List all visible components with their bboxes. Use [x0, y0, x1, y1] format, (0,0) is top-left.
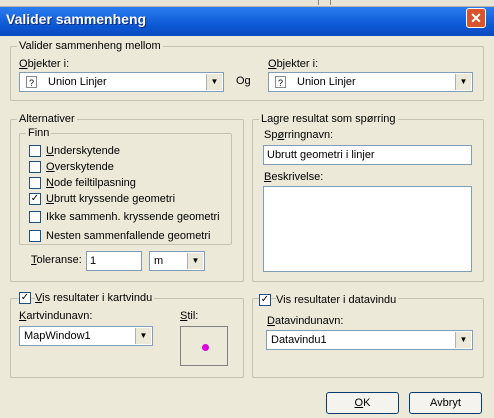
style-button[interactable]	[180, 326, 228, 366]
undershoot-checkbox[interactable]	[29, 145, 41, 157]
unbroken-crossing-label: Ubrutt kryssende geometri	[46, 193, 176, 205]
tolerance-label: Toleranse:	[31, 254, 82, 266]
style-label: Stil:	[180, 310, 199, 322]
description-textarea[interactable]	[263, 186, 472, 272]
find-group-label: Finn	[26, 127, 52, 140]
data-window-name-label: Datavindunavn:	[267, 315, 344, 327]
query-name-input[interactable]: Ubrutt geometri i linjer	[263, 145, 472, 165]
og-label: Og	[236, 75, 251, 87]
source-group-label: Valider sammenheng mellom	[17, 40, 163, 53]
chevron-down-icon[interactable]: ▼	[206, 74, 222, 90]
unit-combo[interactable]: m ▼	[149, 251, 205, 271]
left-objects-label: Objekter i:	[19, 58, 70, 70]
background-strip	[0, 0, 494, 7]
table-icon: ?	[26, 76, 37, 88]
undershoot-label: Underskytende	[46, 145, 120, 157]
chevron-down-icon[interactable]: ▼	[455, 332, 471, 348]
symbol-dot-icon	[202, 344, 209, 351]
overshoot-checkbox[interactable]	[29, 161, 41, 173]
non-connected-crossing-label: Ikke sammenh. kryssende geometri	[46, 211, 220, 223]
show-in-data-checkbox[interactable]: ✓	[259, 294, 271, 306]
chevron-down-icon[interactable]: ▼	[455, 74, 471, 90]
query-name-label: Spørringnavn:	[264, 129, 334, 141]
map-window-name-label: Kartvindunavn:	[19, 310, 93, 322]
chevron-down-icon[interactable]: ▼	[135, 328, 151, 344]
left-objects-combo[interactable]: ? Union Linjer ▼	[19, 72, 224, 92]
non-connected-crossing-checkbox[interactable]	[29, 211, 41, 223]
save-query-group-label: Lagre resultat som spørring	[259, 113, 398, 126]
ok-button[interactable]: OK	[326, 392, 399, 414]
right-objects-combo[interactable]: ? Union Linjer ▼	[268, 72, 473, 92]
overshoot-label: Overskytende	[46, 161, 114, 173]
show-in-map-checkbox[interactable]: ✓	[19, 292, 31, 304]
tolerance-input[interactable]: 1	[86, 251, 142, 271]
data-window-combo[interactable]: Datavindu1 ▼	[266, 330, 473, 350]
right-objects-label: Objekter i:	[268, 58, 319, 70]
table-icon: ?	[275, 76, 286, 88]
near-coincident-checkbox[interactable]	[29, 230, 41, 242]
cancel-button[interactable]: Avbryt	[409, 392, 482, 414]
map-window-combo[interactable]: MapWindow1 ▼	[19, 326, 153, 346]
near-coincident-label: Nesten sammenfallende geometri	[46, 230, 211, 242]
node-mismatch-label: Node feiltilpasning	[46, 177, 136, 189]
dialog-title: Valider sammenheng	[6, 11, 147, 27]
close-button[interactable]: ✕	[466, 8, 486, 28]
description-label: Beskrivelse:	[264, 171, 324, 183]
chevron-down-icon[interactable]: ▼	[187, 253, 203, 269]
show-in-data-label: Vis resultater i datavindu	[276, 294, 399, 307]
alternatives-group-label: Alternativer	[17, 113, 77, 126]
dialog-window: Valider sammenheng ✕ Valider sammenheng …	[0, 0, 494, 418]
show-in-map-label: Vis resultater i kartvindu	[35, 292, 155, 305]
node-mismatch-checkbox[interactable]	[29, 177, 41, 189]
unbroken-crossing-checkbox[interactable]: ✓	[29, 193, 41, 205]
